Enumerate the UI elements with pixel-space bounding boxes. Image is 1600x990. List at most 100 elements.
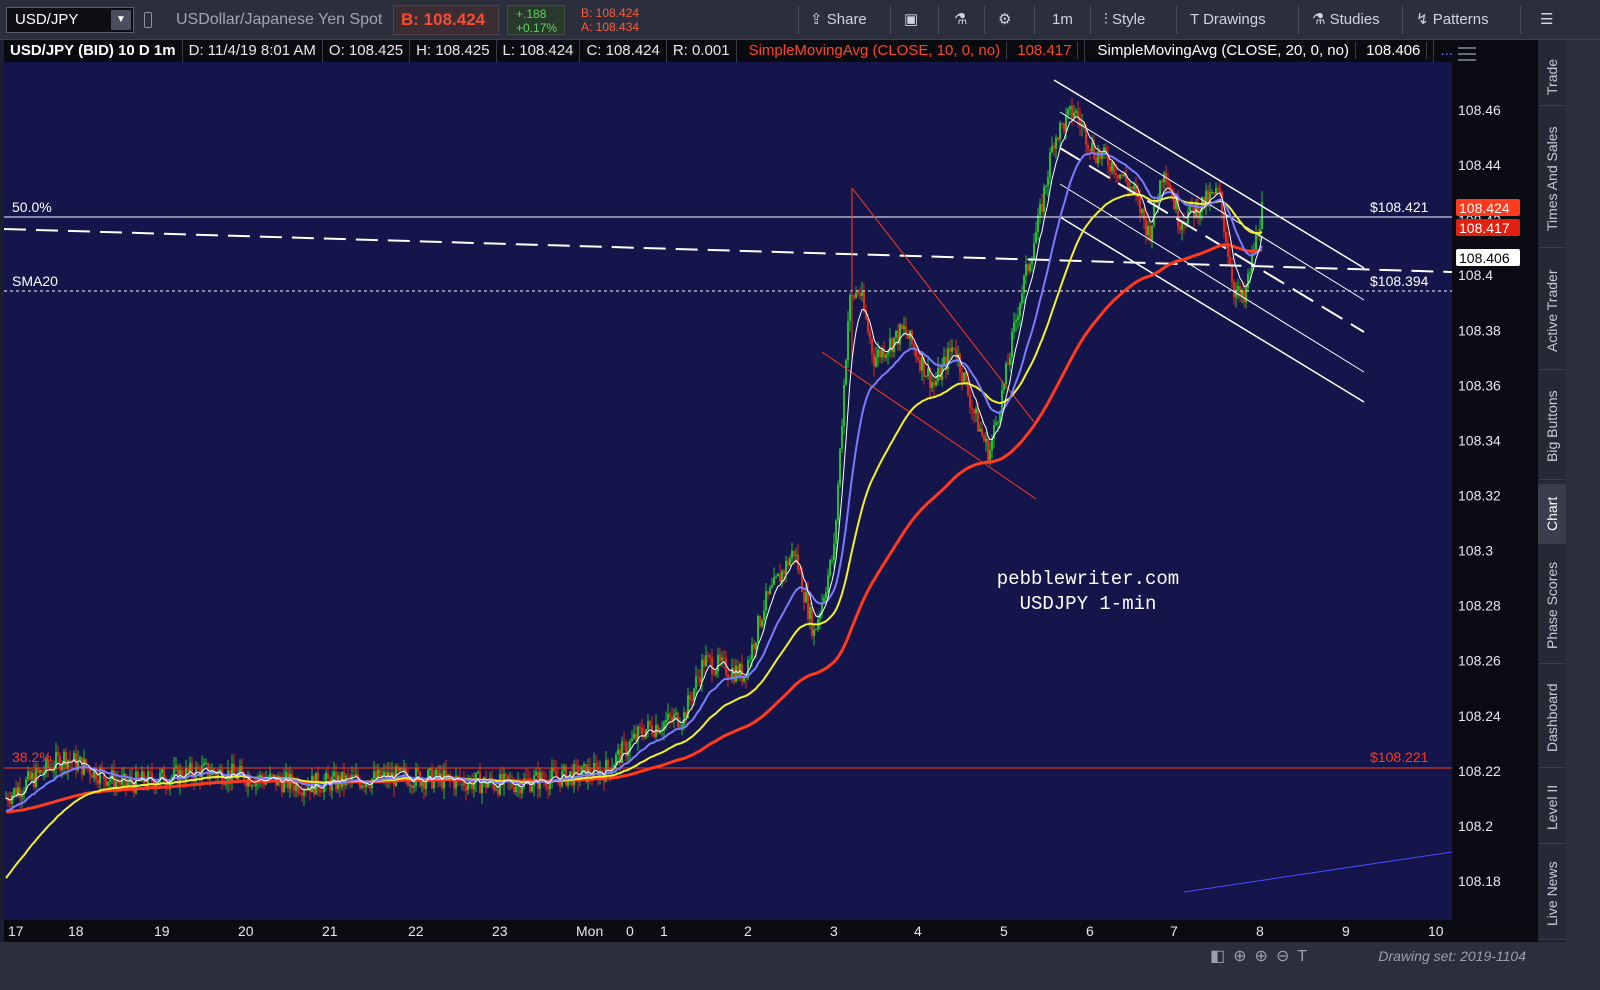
candle-body	[1163, 173, 1165, 183]
gear-icon[interactable]: ⚙	[998, 8, 1011, 32]
menu-icon[interactable]: ☰	[1540, 8, 1553, 32]
candle-body	[1035, 231, 1037, 244]
candle-body	[1249, 272, 1251, 274]
price-axis[interactable]: 108.46108.44108.42108.4108.38108.36108.3…	[1452, 40, 1538, 920]
candle-body	[281, 781, 283, 793]
candle-body	[1057, 137, 1059, 140]
tab-chart[interactable]: Chart	[1538, 484, 1566, 544]
chart-canvas[interactable]: 50.0% $108.421 SMA20 $108.394 38.2% $108…	[3, 62, 1453, 920]
tab-phase-scores[interactable]: Phase Scores	[1538, 548, 1566, 664]
candle-body	[445, 770, 447, 776]
more-studies-button[interactable]: ...	[1434, 40, 1452, 62]
time-tick-label: 23	[492, 923, 508, 939]
text-tool-icon[interactable]: T	[1297, 948, 1315, 965]
zoom-out-icon[interactable]: ⊖	[1276, 948, 1297, 965]
candle-body	[825, 592, 827, 598]
candle-body	[1255, 232, 1257, 250]
share-button[interactable]: ⇪ Share	[810, 8, 867, 32]
watermark-site: pebblewriter.com	[997, 568, 1179, 590]
long-trend-dashed-line[interactable]	[3, 228, 1453, 273]
candle-body	[869, 331, 871, 339]
symbol-input[interactable]: USD/JPY ▼	[6, 7, 134, 33]
candle-body	[1147, 225, 1149, 236]
fib-382-label: 38.2%	[12, 749, 52, 765]
candle-body	[1033, 243, 1035, 259]
tab-level-ii[interactable]: Level II	[1538, 772, 1566, 844]
candle-body	[939, 367, 941, 380]
symbol-value: USD/JPY	[15, 11, 79, 28]
candle-body	[1121, 174, 1123, 177]
candle-body	[239, 765, 241, 773]
candle-body	[57, 752, 59, 756]
candle-body	[693, 688, 695, 701]
channel-top-line[interactable]	[1053, 79, 1365, 269]
studies-button[interactable]: ⚗ Studies	[1312, 8, 1380, 32]
drawings-button[interactable]: T Drawings	[1190, 8, 1266, 32]
patterns-button[interactable]: ↯ Patterns	[1416, 8, 1489, 32]
drawing-set-label[interactable]: Drawing set: 2019-1104	[1378, 948, 1526, 964]
candle-body	[771, 585, 773, 588]
tab-trade[interactable]: Trade	[1538, 48, 1566, 106]
candle-body	[151, 772, 153, 782]
candle-body	[1231, 265, 1233, 283]
candle-body	[1115, 173, 1117, 175]
candle-body	[837, 484, 839, 521]
ask-small: A: 108.434	[581, 20, 640, 34]
wedge-upper-line[interactable]	[851, 187, 1035, 423]
tab-dashboard[interactable]: Dashboard	[1538, 668, 1566, 768]
sma10-study-label[interactable]: SimpleMovingAvg (CLOSE, 10, 0, no) 108.4…	[737, 40, 1086, 62]
candle-body	[33, 773, 35, 788]
candle-body	[753, 643, 755, 649]
candle-body	[555, 770, 557, 778]
zoom-in-icon[interactable]: ⊕	[1255, 948, 1276, 965]
channel-lower-mid-line[interactable]	[1059, 183, 1365, 373]
candle-body	[953, 347, 955, 350]
candle-body	[1143, 208, 1145, 220]
candle-body	[373, 771, 375, 779]
candle-body	[709, 655, 711, 658]
flask-icon[interactable]: ⚗	[954, 8, 967, 32]
chart-info-bar: USD/JPY (BID) 10 D 1m D: 11/4/19 8:01 AM…	[4, 40, 1452, 62]
toolbar-separator	[938, 6, 939, 34]
timeframe-button[interactable]: 1m	[1052, 8, 1073, 32]
candle-body	[1131, 187, 1133, 190]
candle-body	[1109, 165, 1111, 172]
sma20-value: 108.406	[1360, 42, 1428, 59]
candle-body	[1129, 187, 1131, 189]
candle-body	[935, 381, 937, 386]
tab-big-buttons[interactable]: Big Buttons	[1538, 374, 1566, 480]
candle-body	[683, 712, 685, 726]
candle-body	[985, 438, 987, 442]
candle-body	[205, 762, 207, 764]
candle-body	[733, 667, 735, 682]
candle-body	[707, 655, 709, 657]
time-tick-label: 10	[1428, 923, 1444, 939]
tab-times-and-sales[interactable]: Times And Sales	[1538, 110, 1566, 248]
price-tag: 108.424	[1456, 199, 1520, 216]
tab-active-trader[interactable]: Active Trader	[1538, 252, 1566, 370]
candle-body	[671, 717, 673, 721]
toolbar-separator	[890, 6, 891, 34]
price-chart-area[interactable]: 50.0% $108.421 SMA20 $108.394 38.2% $108…	[3, 62, 1453, 920]
time-tick-label: 7	[1170, 923, 1178, 939]
candle-body	[347, 775, 349, 777]
candle-body	[1061, 123, 1063, 125]
candle-body	[477, 772, 479, 774]
beaker-icon: ⚗	[1312, 11, 1326, 28]
candle-body	[241, 765, 243, 773]
symbol-dropdown-chevron-icon[interactable]: ▼	[111, 10, 131, 30]
candle-body	[969, 394, 971, 408]
candle-body	[657, 724, 659, 734]
collapse-icon[interactable]	[1458, 47, 1476, 61]
time-axis[interactable]: 17 18 19 20 21 22 23 Mon 0 1 2 3 4 5 6 7 8 9 10	[4, 920, 1538, 942]
candle-body	[853, 295, 855, 298]
tab-live-news[interactable]: Live News	[1538, 848, 1566, 940]
layout-icon[interactable]: ◧	[1210, 948, 1233, 965]
faint-blue-trend-line	[1183, 851, 1453, 893]
candle-body	[845, 360, 847, 385]
crosshair-icon[interactable]: ⊕	[1233, 948, 1254, 965]
sma20-study-label[interactable]: SimpleMovingAvg (CLOSE, 20, 0, no) 108.4…	[1085, 40, 1435, 62]
symbol-link-icon[interactable]	[144, 12, 152, 28]
snapshot-icon[interactable]: ▣	[904, 8, 918, 32]
style-button[interactable]: ⫶ Style	[1104, 8, 1145, 32]
